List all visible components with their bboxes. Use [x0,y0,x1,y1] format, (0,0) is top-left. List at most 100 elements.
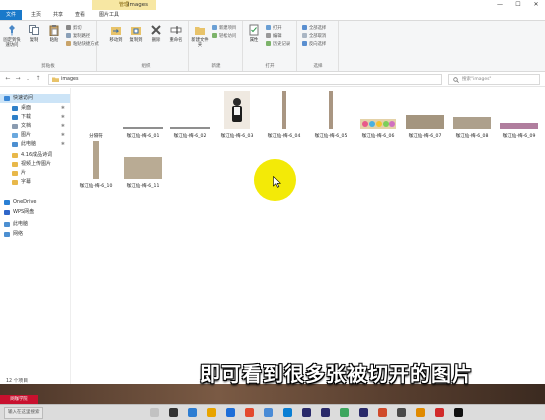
easy-access-button[interactable]: 轻松访问 [212,33,236,40]
properties-button[interactable]: 属性 [244,24,264,43]
file-item[interactable]: 咖江仙-梅-6_08 [448,90,496,140]
taskbar-app-icon[interactable] [378,408,387,417]
move-to-button[interactable]: 移动到 [106,24,126,43]
file-name: 咖江仙-梅-6_08 [455,134,489,139]
paste-icon [48,24,60,36]
file-item[interactable]: 咖江仙-梅-6_11 [119,140,167,190]
tab-file[interactable]: 文件 [0,10,22,20]
pin-icon: ✱ [61,115,65,120]
nav-item[interactable]: 字幕 [0,178,70,187]
nav-item[interactable]: 下载 ✱ [0,113,70,122]
nav-item[interactable]: 片 [0,169,70,178]
taskbar-app-icon[interactable] [416,408,425,417]
taskbar-app-icon[interactable] [302,408,311,417]
taskbar-app-icon[interactable] [188,408,197,417]
taskbar-app-icon[interactable] [283,408,292,417]
copy-label: 复制 [29,38,39,43]
invert-selection-button[interactable]: 反向选择 [302,41,326,48]
select-all-button[interactable]: 全部选择 [302,25,326,32]
nav-item-label: 图片 [21,132,32,138]
recent-locations-button[interactable]: ⌄ [24,74,32,84]
copy-to-button[interactable]: 复制到 [126,24,146,43]
delete-button[interactable]: 删除 [146,24,166,43]
select-group: 全部选择 全部取消 反向选择 选择 [298,21,339,71]
nav-item-icon [4,200,10,205]
nav-item-label: 桌面 [21,105,32,111]
file-item[interactable]: 咖江仙-梅-6_04 [260,90,308,140]
taskbar-app-icon[interactable] [226,408,235,417]
taskbar-app-icon[interactable] [150,408,159,417]
taskbar-app-icon[interactable] [397,408,406,417]
forward-button[interactable]: → [14,74,22,84]
history-label: 历史记录 [273,42,291,47]
taskbar-app-icon[interactable] [207,408,216,417]
file-item[interactable]: 咖江仙-梅-6_09 [495,90,543,140]
nav-item[interactable]: 图片 ✱ [0,131,70,140]
paste-button[interactable]: 粘贴 [44,24,64,43]
file-item[interactable]: 咖江仙-梅-6_07 [401,90,449,140]
rename-button[interactable]: 重命名 [166,24,186,43]
select-none-button[interactable]: 全部取消 [302,33,326,40]
file-item[interactable]: 咖江仙-梅-6_05 [307,90,355,140]
back-arrow-icon: ← [5,75,11,82]
pane-divider[interactable] [70,88,71,384]
taskbar-app-icon[interactable] [264,408,273,417]
file-item[interactable]: 分隔符 [72,90,120,140]
taskbar-app-icon[interactable] [340,408,349,417]
new-item-icon [212,25,217,30]
new-folder-button[interactable]: 新建文件夹 [190,24,210,48]
copy-path-button[interactable]: 复制路径 [66,33,90,40]
file-item[interactable]: 咖江仙-梅-6_01 [119,90,167,140]
edit-button[interactable]: 编辑 [266,33,282,40]
taskbar-app-icon[interactable] [454,408,463,417]
clipboard-group: 固定到快速访问 复制 粘贴 剪切 复制路径 粘贴快捷方式 剪贴板 [0,21,99,71]
tab-home[interactable]: 主页 [26,10,46,20]
file-item[interactable]: 咖江仙-梅-6_10 [72,140,120,190]
search-input[interactable]: 搜索"images" [448,74,540,85]
open-button[interactable]: 打开 [266,25,282,32]
nav-item[interactable]: 4.16成品诗词 [0,151,70,160]
history-button[interactable]: 历史记录 [266,41,290,48]
nav-item[interactable]: 此电脑 ✱ [0,140,70,149]
file-item[interactable]: 咖江仙-梅-6_02 [166,90,214,140]
taskbar-app-icon[interactable] [169,408,178,417]
nav-item-icon [12,133,18,138]
new-item-button[interactable]: 新建项目 [212,25,236,32]
back-button[interactable]: ← [4,74,12,84]
taskbar-search-box[interactable]: 输入在这里搜索 [4,407,43,419]
file-item[interactable]: 咖江仙-梅-6_03 [213,90,261,140]
nav-item[interactable]: 快速访问 [0,94,70,103]
path-input[interactable]: images [48,74,442,85]
taskbar-app-icon[interactable] [435,408,444,417]
minimize-button[interactable]: — [491,0,509,10]
pin-icon: ✱ [61,133,65,138]
maximize-button[interactable]: ☐ [509,0,527,10]
nav-item[interactable]: OneDrive [0,198,70,207]
nav-item[interactable]: 文档 ✱ [0,122,70,131]
pin-quick-access-button[interactable]: 固定到快速访问 [2,24,22,48]
tab-share[interactable]: 共享 [48,10,68,20]
nav-item-icon [4,96,10,101]
file-item[interactable]: 咖江仙-梅-6_06 [354,90,402,140]
mouse-pointer-icon [273,176,281,188]
copy-button[interactable]: 复制 [24,24,44,43]
paste-label: 粘贴 [49,38,59,43]
taskbar-app-icon[interactable] [359,408,368,417]
taskbar-app-icon[interactable] [245,408,254,417]
nav-item[interactable]: 此电脑 [0,220,70,229]
nav-item-label: OneDrive [13,199,37,205]
paste-shortcut-button[interactable]: 粘贴快捷方式 [66,41,99,48]
easy-access-icon [212,33,217,38]
close-button[interactable]: ✕ [527,0,545,10]
nav-item[interactable]: WPS网盘 [0,208,70,217]
tab-view[interactable]: 查看 [70,10,90,20]
cut-button[interactable]: 剪切 [66,25,82,32]
nav-item[interactable]: 网络 [0,230,70,239]
nav-item[interactable]: 视频上传图片 [0,160,70,169]
scissors-icon [66,25,71,30]
up-button[interactable]: ↑ [34,74,42,84]
taskbar-app-icon[interactable] [321,408,330,417]
tab-picture-tools[interactable]: 图片工具 [92,10,126,20]
nav-item[interactable]: 桌面 ✱ [0,104,70,113]
open-icon [266,25,271,30]
